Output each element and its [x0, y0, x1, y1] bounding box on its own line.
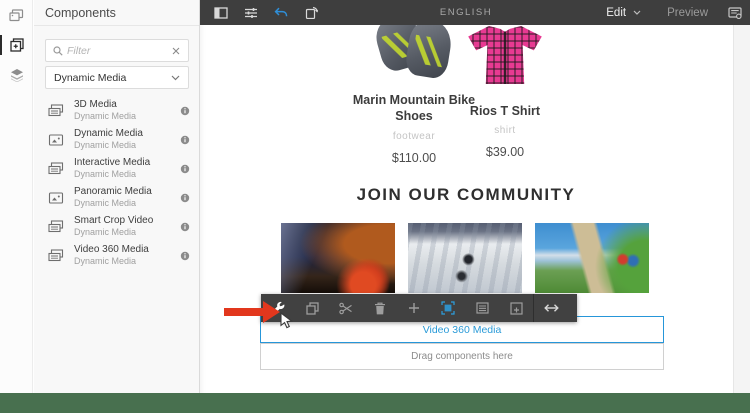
component-item-subtitle: Dynamic Media	[74, 111, 137, 122]
properties-icon	[244, 7, 258, 19]
component-item-title: Video 360 Media	[74, 244, 149, 256]
component-item-title: Dynamic Media	[74, 128, 143, 140]
side-rail	[0, 0, 33, 413]
info-icon[interactable]	[180, 106, 190, 116]
dynamic-media-button[interactable]	[431, 294, 465, 322]
group-icon	[509, 301, 523, 315]
image-icon	[48, 133, 65, 146]
component-item-panoramic-media[interactable]: Panoramic Media Dynamic Media	[34, 183, 199, 212]
component-item-3d-media[interactable]: 3D Media Dynamic Media	[34, 96, 199, 125]
product-price: $39.00	[485, 145, 525, 160]
page-editing-area: Marin Mountain Bike Shoes footwear $110.…	[200, 25, 750, 413]
info-icon[interactable]	[180, 193, 190, 203]
layout-icon	[475, 302, 489, 314]
component-item-title: 3D Media	[74, 99, 117, 111]
media-stack-icon	[48, 104, 65, 117]
undo-icon	[274, 7, 288, 19]
rail-tab-components[interactable]	[0, 30, 33, 60]
component-list: 3D Media Dynamic Media Dynamic Media Dyn…	[34, 96, 199, 270]
info-icon[interactable]	[180, 164, 190, 174]
undo-button[interactable]	[266, 0, 296, 25]
component-item-subtitle: Dynamic Media	[74, 140, 137, 151]
page-title: ENGLISH	[439, 7, 493, 18]
component-item-title: Panoramic Media	[74, 186, 152, 198]
media-stack-icon	[48, 162, 65, 175]
scrollbar-track[interactable]	[733, 25, 750, 413]
copy-button[interactable]	[295, 294, 329, 322]
group-button[interactable]	[499, 294, 533, 322]
editor-top-bar: ENGLISH Edit Preview	[200, 0, 750, 25]
chevron-down-icon	[633, 10, 641, 15]
component-item-video-360-media[interactable]: Video 360 Media Dynamic Media	[34, 241, 199, 270]
assets-icon	[9, 8, 24, 22]
filter-box	[45, 39, 189, 62]
component-toolbar	[261, 294, 577, 322]
resize-width-icon	[543, 303, 559, 313]
drop-zone-label: Drag components here	[411, 351, 513, 362]
configure-wrench-icon	[271, 301, 285, 315]
configure-button[interactable]	[261, 294, 295, 322]
delete-button[interactable]	[363, 294, 397, 322]
component-item-subtitle: Dynamic Media	[74, 227, 137, 238]
device-emulator-button[interactable]	[296, 0, 326, 25]
components-panel: Components Dynamic Media 3D Media Dynami…	[34, 0, 200, 413]
component-item-title: Smart Crop Video	[74, 215, 154, 227]
components-icon	[9, 38, 24, 52]
component-item-smart-crop-video[interactable]: Smart Crop Video Dynamic Media	[34, 212, 199, 241]
dynamic-media-icon	[441, 301, 455, 315]
media-stack-icon	[48, 249, 65, 262]
info-icon[interactable]	[180, 222, 190, 232]
night-campsite-photo[interactable]	[281, 223, 395, 293]
preview-button[interactable]: Preview	[667, 7, 708, 19]
page-properties-button[interactable]	[236, 0, 266, 25]
insert-plus-icon	[408, 302, 420, 314]
product-category: shirt	[494, 125, 516, 137]
search-icon	[53, 45, 63, 56]
cut-scissors-icon	[339, 302, 353, 315]
component-item-subtitle: Dynamic Media	[74, 169, 137, 180]
mode-select-edit[interactable]: Edit	[606, 7, 641, 19]
insert-component-button[interactable]	[397, 294, 431, 322]
community-heading: JOIN OUR COMMUNITY	[356, 185, 576, 204]
copy-icon	[305, 301, 319, 315]
ice-climbing-photo[interactable]	[408, 223, 522, 293]
product-card-t-shirt[interactable]: Rios T Shirt shirt $39.00	[437, 25, 573, 159]
component-item-interactive-media[interactable]: Interactive Media Dynamic Media	[34, 154, 199, 183]
media-stack-icon	[48, 220, 65, 233]
delete-trash-icon	[374, 302, 386, 315]
page-footer-band	[0, 393, 750, 413]
device-rotate-icon	[305, 6, 318, 19]
image-icon	[48, 191, 65, 204]
product-image-t-shirt	[437, 25, 573, 87]
component-item-dynamic-media[interactable]: Dynamic Media Dynamic Media	[34, 125, 199, 154]
component-group-value: Dynamic Media	[54, 71, 127, 84]
resize-handle-button[interactable]	[534, 294, 568, 322]
drop-zone[interactable]: Drag components here	[260, 343, 664, 370]
community-photos	[281, 223, 649, 293]
layout-button[interactable]	[465, 294, 499, 322]
selected-component-label: Video 360 Media	[422, 323, 502, 336]
filter-input[interactable]	[67, 44, 172, 57]
chevron-down-icon	[171, 75, 180, 81]
mountain-bikers-photo[interactable]	[535, 223, 649, 293]
rail-tab-content-tree[interactable]	[0, 60, 33, 90]
annotations-button[interactable]	[728, 6, 742, 19]
annotations-icon	[728, 6, 742, 19]
component-item-subtitle: Dynamic Media	[74, 198, 137, 209]
component-group-select[interactable]: Dynamic Media	[45, 66, 189, 89]
clear-filter-icon[interactable]	[172, 47, 180, 55]
product-name: Rios T Shirt	[469, 104, 541, 118]
component-item-title: Interactive Media	[74, 157, 151, 169]
cut-button[interactable]	[329, 294, 363, 322]
toggle-side-panel-button[interactable]	[206, 0, 236, 25]
info-icon[interactable]	[180, 251, 190, 261]
rail-tab-assets[interactable]	[0, 0, 33, 30]
edit-mode-label: Edit	[606, 6, 627, 19]
content-tree-icon	[10, 68, 24, 82]
component-item-subtitle: Dynamic Media	[74, 256, 137, 267]
components-panel-title: Components	[34, 0, 199, 26]
info-icon[interactable]	[180, 135, 190, 145]
panel-toggle-icon	[214, 6, 228, 19]
